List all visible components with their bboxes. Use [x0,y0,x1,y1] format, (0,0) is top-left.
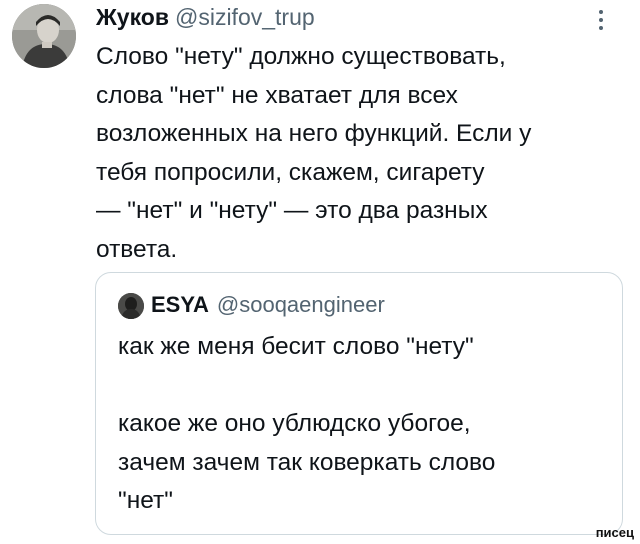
author-handle[interactable]: @sizifov_trup [175,4,315,31]
quoted-tweet-text: как же меня бесит слово "нету" какое же … [118,333,496,515]
author-avatar[interactable] [12,4,76,68]
tweet-header: Жуков @sizifov_trup [96,4,315,34]
quoted-avatar-photo-icon [118,293,144,319]
watermark: писец [595,525,634,540]
author-name[interactable]: Жуков [96,4,169,31]
quoted-tweet-card[interactable]: ESYA @sooqaengineer как же меня бесит сл… [95,272,623,535]
quoted-tweet-header: ESYA @sooqaengineer [151,292,385,318]
quoted-author-name: ESYA [151,292,209,317]
tweet-text: Слово "нету" должно существовать, слова … [96,43,532,263]
more-vertical-icon[interactable] [596,10,606,34]
quoted-author-handle: @sooqaengineer [216,292,385,317]
avatar-photo-icon [12,4,76,68]
quoted-author-avatar [118,293,144,319]
